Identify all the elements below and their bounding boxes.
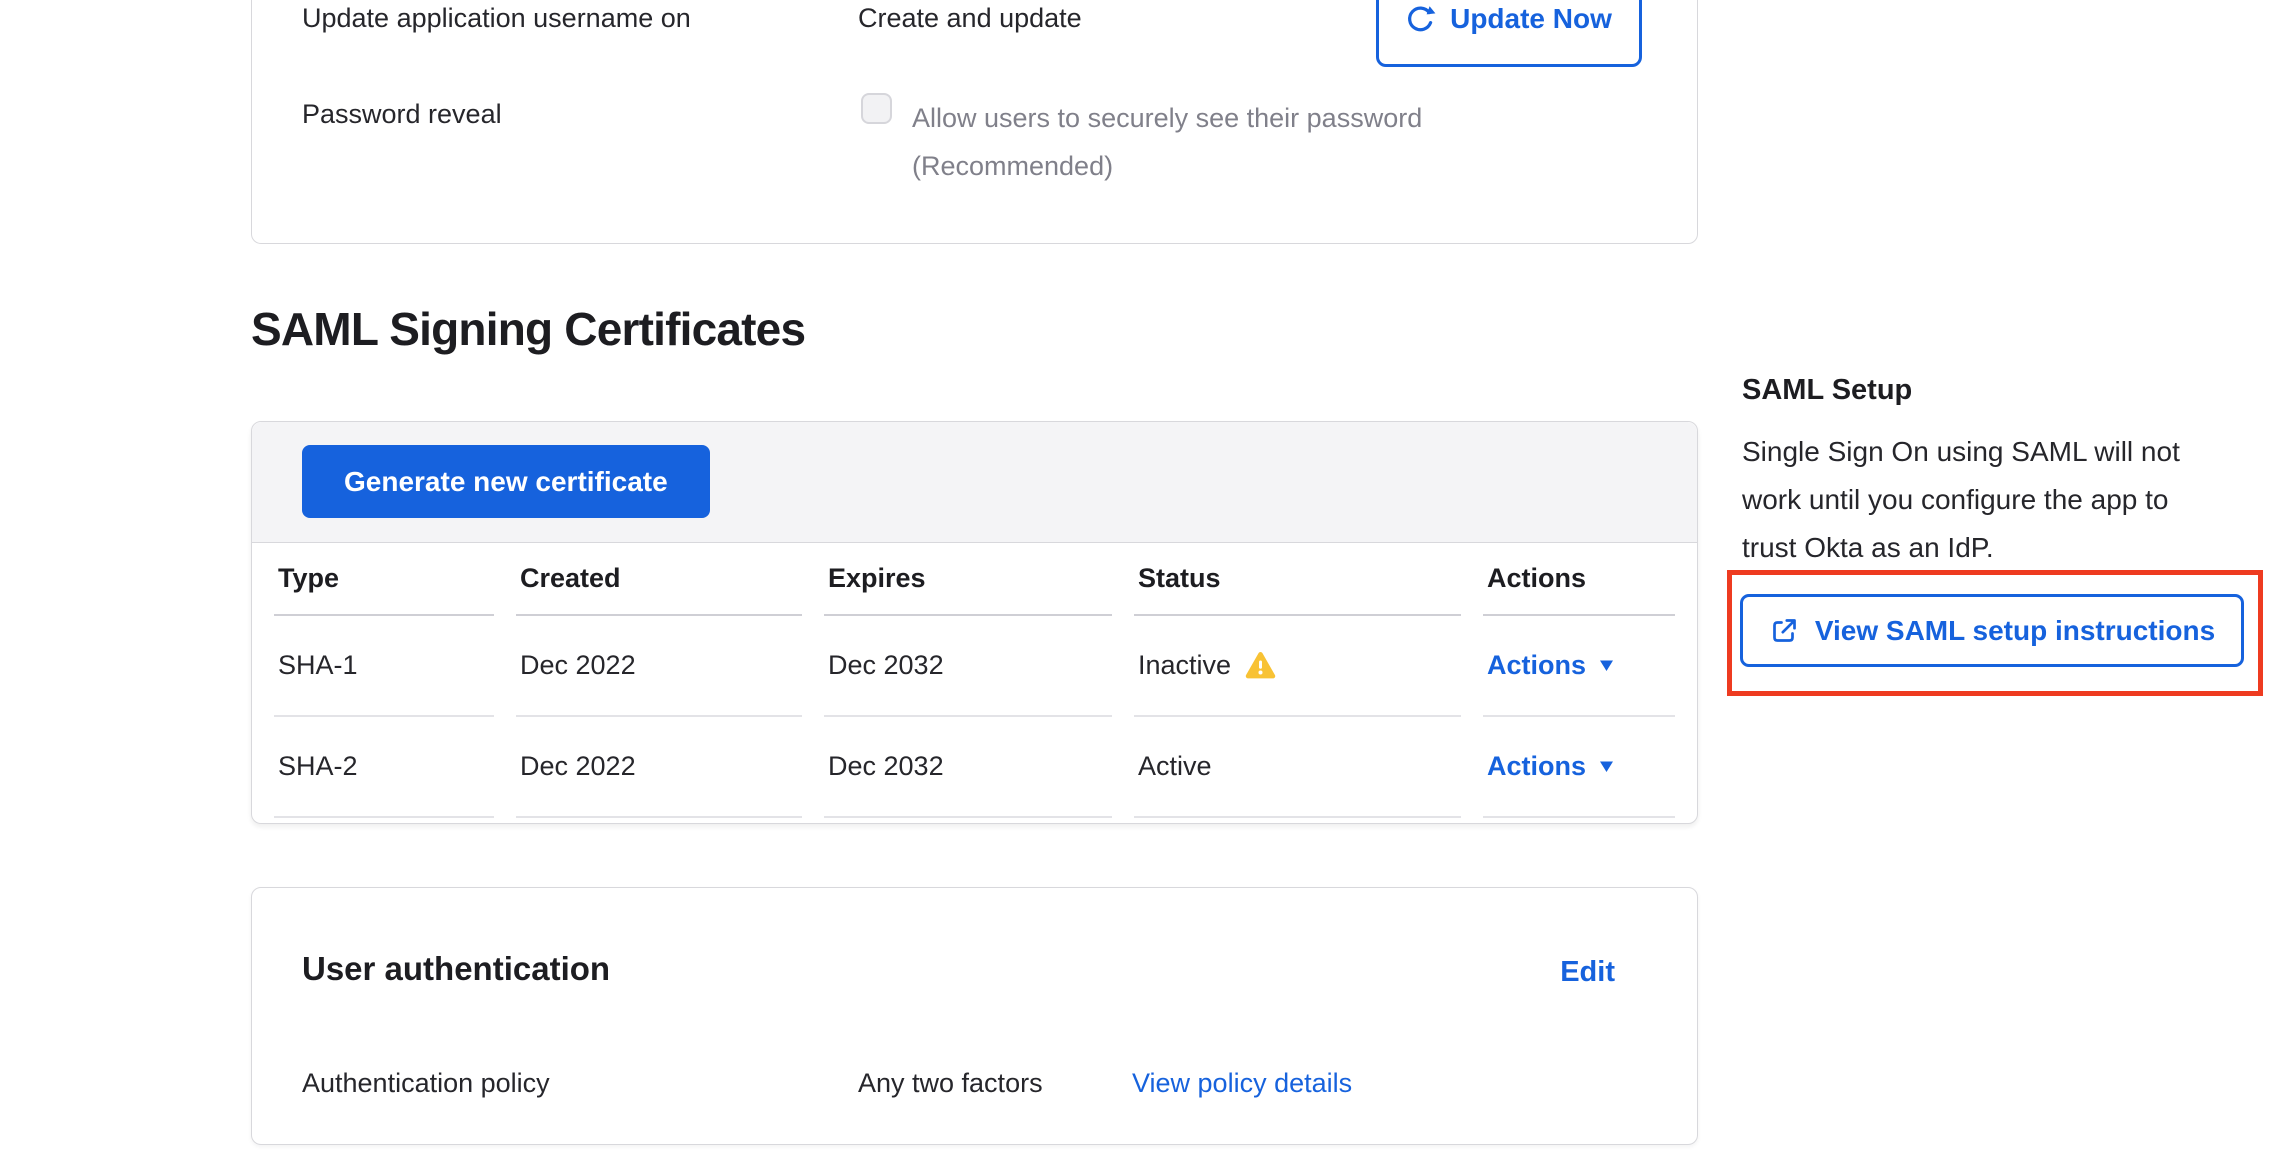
status-badge: Inactive (1138, 648, 1276, 683)
external-link-icon (1769, 616, 1799, 646)
cert-expires: Dec 2032 (824, 717, 1112, 818)
authentication-policy-value: Any two factors (858, 1066, 1043, 1101)
table-row: SHA-2 Dec 2022 Dec 2032 Active Actions (274, 717, 1675, 818)
saml-settings-page: Update application username on Create an… (0, 0, 2279, 1158)
certificates-table: Type Created Expires Status Actions SHA-… (252, 543, 1697, 818)
saml-setup-description-line3: trust Okta as an IdP. (1742, 524, 2279, 572)
app-settings-card: Update application username on Create an… (251, 0, 1698, 244)
password-reveal-help-line1: Allow users to securely see their passwo… (912, 94, 1422, 142)
authentication-policy-label: Authentication policy (302, 1066, 550, 1101)
page-title: SAML Signing Certificates (251, 300, 805, 360)
update-now-button[interactable]: Update Now (1376, 0, 1642, 67)
status-text: Active (1138, 749, 1212, 784)
generate-certificate-button[interactable]: Generate new certificate (302, 445, 710, 518)
view-saml-instructions-label: View SAML setup instructions (1815, 615, 2215, 647)
password-reveal-label: Password reveal (302, 97, 502, 132)
chevron-down-icon (1599, 760, 1614, 773)
update-now-label: Update Now (1450, 3, 1612, 35)
view-saml-instructions-button[interactable]: View SAML setup instructions (1740, 594, 2244, 667)
username-update-value: Create and update (858, 1, 1082, 36)
password-reveal-help-line2: (Recommended) (912, 142, 1422, 190)
actions-label: Actions (1487, 648, 1586, 683)
cert-type: SHA-1 (274, 616, 494, 717)
table-header-row: Type Created Expires Status Actions (274, 543, 1675, 616)
actions-dropdown[interactable]: Actions (1487, 749, 1614, 784)
table-row: SHA-1 Dec 2022 Dec 2032 Inactive (274, 616, 1675, 717)
refresh-icon (1406, 4, 1436, 34)
saml-certificates-panel: Generate new certificate Type Created Ex… (251, 421, 1698, 824)
view-policy-details-link[interactable]: View policy details (1132, 1066, 1352, 1101)
password-reveal-help: Allow users to securely see their passwo… (912, 94, 1422, 190)
column-header-expires: Expires (824, 543, 1112, 616)
saml-setup-description-line2: work until you configure the app to (1742, 476, 2279, 524)
actions-label: Actions (1487, 749, 1586, 784)
status-text: Inactive (1138, 648, 1231, 683)
username-update-label: Update application username on (302, 1, 691, 36)
cert-expires: Dec 2032 (824, 616, 1112, 717)
cert-type: SHA-2 (274, 717, 494, 818)
warning-icon (1245, 651, 1276, 680)
user-authentication-title: User authentication (302, 948, 610, 991)
chevron-down-icon (1599, 659, 1614, 672)
column-header-type: Type (274, 543, 494, 616)
column-header-status: Status (1134, 543, 1461, 616)
column-header-created: Created (516, 543, 802, 616)
saml-setup-description-line1: Single Sign On using SAML will not (1742, 428, 2279, 476)
edit-link[interactable]: Edit (1560, 954, 1615, 992)
user-authentication-card: User authentication Edit Authentication … (251, 887, 1698, 1145)
status-badge: Active (1138, 749, 1212, 784)
certificates-toolbar: Generate new certificate (252, 422, 1697, 543)
saml-setup-description: Single Sign On using SAML will not work … (1742, 428, 2279, 572)
saml-setup-title: SAML Setup (1742, 372, 1912, 410)
cert-created: Dec 2022 (516, 616, 802, 717)
column-header-actions: Actions (1483, 543, 1675, 616)
password-reveal-checkbox[interactable] (861, 93, 892, 124)
actions-dropdown[interactable]: Actions (1487, 648, 1614, 683)
cert-created: Dec 2022 (516, 717, 802, 818)
